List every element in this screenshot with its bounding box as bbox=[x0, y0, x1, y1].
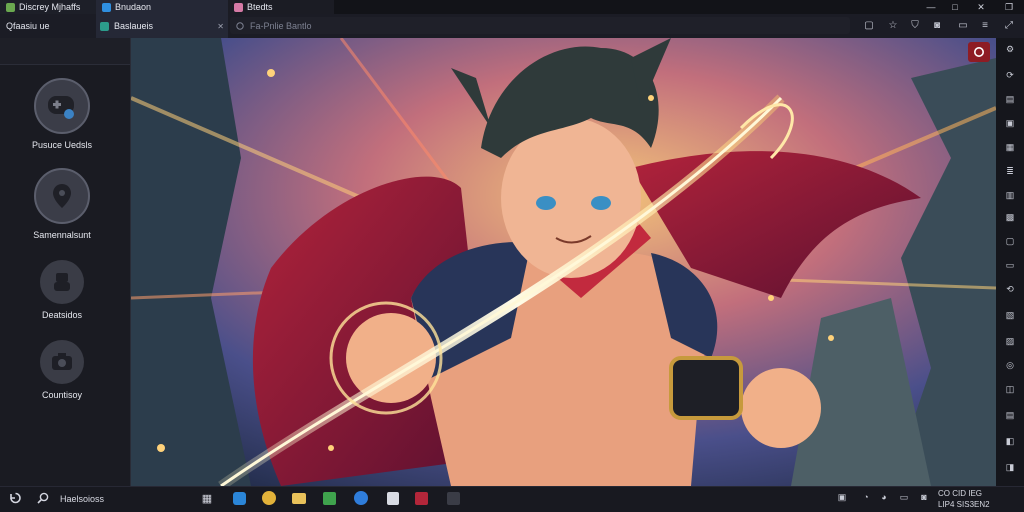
tab-3-label: Btedts bbox=[247, 2, 273, 12]
record-icon bbox=[974, 47, 984, 57]
tray-sound-icon[interactable]: ◕ bbox=[878, 491, 890, 503]
app-yellow-icon[interactable] bbox=[260, 489, 278, 507]
start-button[interactable] bbox=[6, 489, 24, 507]
game-viewport[interactable] bbox=[131, 38, 996, 486]
close-tab-icon[interactable]: ✕ bbox=[217, 22, 224, 31]
sidebar-item-1-label: Pusuce Uedsls bbox=[31, 140, 93, 150]
star-icon[interactable]: ☆ bbox=[884, 17, 902, 34]
active-tab-label: Baslaueis bbox=[114, 21, 154, 31]
maximize-button[interactable]: □ bbox=[944, 0, 966, 14]
notes-icon[interactable] bbox=[384, 489, 402, 507]
pink-favicon-icon bbox=[234, 2, 243, 12]
restore-button[interactable]: ❐ bbox=[998, 0, 1020, 14]
keyboard-icon[interactable]: ▭ bbox=[954, 17, 972, 34]
location-icon[interactable]: ◎ bbox=[1004, 360, 1016, 371]
sidebar-item-3[interactable]: Deatsidos bbox=[0, 260, 124, 320]
layout-icon[interactable]: ▤ bbox=[1004, 94, 1016, 105]
character-icon bbox=[40, 260, 84, 304]
tab-3[interactable]: Btedts bbox=[228, 0, 334, 14]
sidebar-item-1[interactable]: Pusuce Uedsls bbox=[0, 78, 124, 150]
store-icon[interactable] bbox=[320, 489, 338, 507]
teal-favicon-icon bbox=[100, 21, 109, 31]
app-label: Qfaasiu ue bbox=[6, 14, 94, 38]
address-text: Fa-Pnlie Bantlo bbox=[250, 20, 312, 31]
tab-1-label: Discrey Mjhaffs bbox=[19, 2, 81, 12]
sidebar-header bbox=[0, 38, 130, 65]
grid-icon[interactable]: ▩ bbox=[1004, 212, 1016, 223]
task-view-icon[interactable]: ▦ bbox=[198, 489, 216, 507]
volume-icon[interactable]: ◫ bbox=[1004, 384, 1016, 395]
globe-icon bbox=[236, 21, 244, 30]
app-blue-icon[interactable] bbox=[230, 489, 248, 507]
media-icon[interactable]: ▧ bbox=[1004, 310, 1016, 321]
tray-display-icon[interactable]: ▭ bbox=[898, 491, 910, 503]
sidebar-item-2-label: Samennalsunt bbox=[33, 230, 91, 240]
tray-settings-icon[interactable]: ◙ bbox=[918, 491, 930, 503]
record-button[interactable] bbox=[968, 42, 990, 62]
list-icon[interactable]: ≣ bbox=[1004, 166, 1016, 177]
capture-icon[interactable]: ▣ bbox=[1004, 118, 1016, 129]
clock-line-2: LIP4 SIS3EN2 bbox=[938, 500, 990, 509]
sync-icon[interactable]: ⟲ bbox=[1004, 284, 1016, 295]
home-icon[interactable]: ◨ bbox=[1004, 462, 1016, 473]
app-favicon-icon bbox=[6, 2, 15, 12]
expand-icon[interactable]: ⤢ bbox=[1000, 17, 1018, 34]
document-icon[interactable]: ▥ bbox=[1004, 190, 1016, 201]
clock-line-1: CO CID IEG bbox=[938, 489, 983, 498]
gamepad-icon bbox=[34, 78, 90, 134]
sidebar-item-3-label: Deatsidos bbox=[41, 310, 83, 320]
close-window-button[interactable]: ✕ bbox=[970, 0, 992, 14]
search-icon[interactable] bbox=[34, 489, 52, 507]
settings-gear-icon[interactable]: ⚙ bbox=[1004, 44, 1016, 55]
more-icon[interactable]: ▤ bbox=[1004, 410, 1016, 421]
file-explorer-icon[interactable] bbox=[290, 489, 308, 507]
record-settings-icon[interactable]: ◙ bbox=[928, 17, 946, 34]
tray-wifi-icon[interactable]: ◔ bbox=[860, 491, 872, 503]
macro-icon[interactable]: ▭ bbox=[1004, 260, 1016, 271]
back-icon[interactable]: ◧ bbox=[1004, 436, 1016, 447]
taskbar-search[interactable]: Haelsoioss bbox=[60, 486, 104, 512]
anime-hero-artwork bbox=[131, 38, 996, 486]
app-red-icon[interactable] bbox=[412, 489, 430, 507]
clock[interactable]: CO CID IEG LIP4 SIS3EN2 bbox=[938, 488, 1020, 510]
camera-tool-icon[interactable]: ▢ bbox=[1004, 236, 1016, 247]
screenshot-icon[interactable]: ▢ bbox=[860, 17, 878, 34]
tab-2-label: Bnudaon bbox=[115, 2, 152, 12]
taskbar-search-label: Haelsoioss bbox=[60, 494, 105, 504]
address-bar[interactable]: Fa-Pnlie Bantlo bbox=[230, 17, 850, 34]
tray-app-icon[interactable]: ▣ bbox=[836, 491, 848, 503]
menu-icon[interactable]: ≡ bbox=[976, 17, 994, 34]
shake-icon[interactable]: ▨ bbox=[1004, 336, 1016, 347]
sidebar-item-2[interactable]: Samennalsunt bbox=[0, 168, 124, 240]
blue-favicon-icon bbox=[102, 2, 111, 12]
start-icon bbox=[9, 492, 21, 503]
shield-icon[interactable]: ⛉ bbox=[906, 17, 924, 34]
minimize-button[interactable]: — bbox=[920, 0, 942, 14]
camera-icon bbox=[40, 340, 84, 384]
app-label-text: Qfaasiu ue bbox=[6, 21, 50, 31]
rotate-icon[interactable]: ⟳ bbox=[1004, 70, 1016, 81]
active-tab[interactable]: Baslaueis ✕ bbox=[96, 14, 228, 38]
browser-icon[interactable] bbox=[352, 489, 370, 507]
tab-1[interactable]: Discrey Mjhaffs bbox=[0, 0, 96, 14]
folder-icon[interactable]: ▦ bbox=[1004, 142, 1016, 153]
sidebar-item-4-label: Countisoy bbox=[41, 390, 83, 400]
sidebar-item-4[interactable]: Countisoy bbox=[0, 340, 124, 400]
location-pin-icon bbox=[34, 168, 90, 224]
tab-2[interactable]: Bnudaon bbox=[96, 0, 228, 14]
emulator-icon[interactable] bbox=[444, 489, 462, 507]
